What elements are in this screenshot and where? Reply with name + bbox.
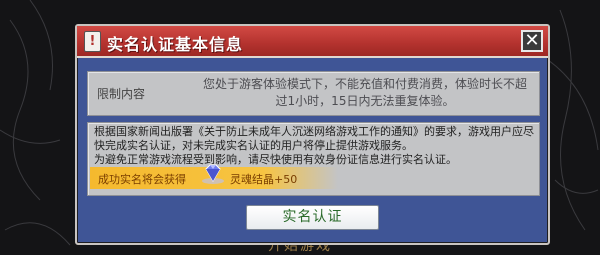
reward-prefix: 成功实名将会获得 — [98, 173, 186, 186]
verify-button[interactable]: 实名认证 — [246, 205, 379, 230]
notice-text: 根据国家新闻出版署《关于防止未成年人沉迷网络游戏工作的通知》的要求，游戏用户应尽… — [94, 125, 534, 166]
restriction-label: 限制内容 — [97, 87, 146, 101]
reward-item: 灵魂结晶+50 — [230, 173, 298, 186]
realname-dialog: ! 实名认证基本信息 ✕ 限制内容 您处于游客体验模式下，不能充值和付费消费，体… — [75, 24, 550, 245]
dialog-titlebar: ! 实名认证基本信息 ✕ — [77, 26, 548, 58]
notice-panel: 根据国家新闻出版署《关于防止未成年人沉迷网络游戏工作的通知》的要求，游戏用户应尽… — [87, 122, 540, 196]
dialog-title: 实名认证基本信息 — [107, 35, 244, 54]
diamond-gem-icon — [202, 164, 224, 184]
close-button[interactable]: ✕ — [521, 30, 543, 52]
reward-strip: 成功实名将会获得 灵魂结晶+50 — [90, 164, 338, 189]
restriction-message: 您处于游客体验模式下，不能充值和付费消费，体验时长不超过1小时，15日内无法重复… — [202, 77, 527, 108]
notice-icon: ! — [84, 31, 101, 52]
restriction-panel: 限制内容 您处于游客体验模式下，不能充值和付费消费，体验时长不超过1小时，15日… — [87, 71, 540, 116]
close-icon: ✕ — [524, 30, 540, 51]
